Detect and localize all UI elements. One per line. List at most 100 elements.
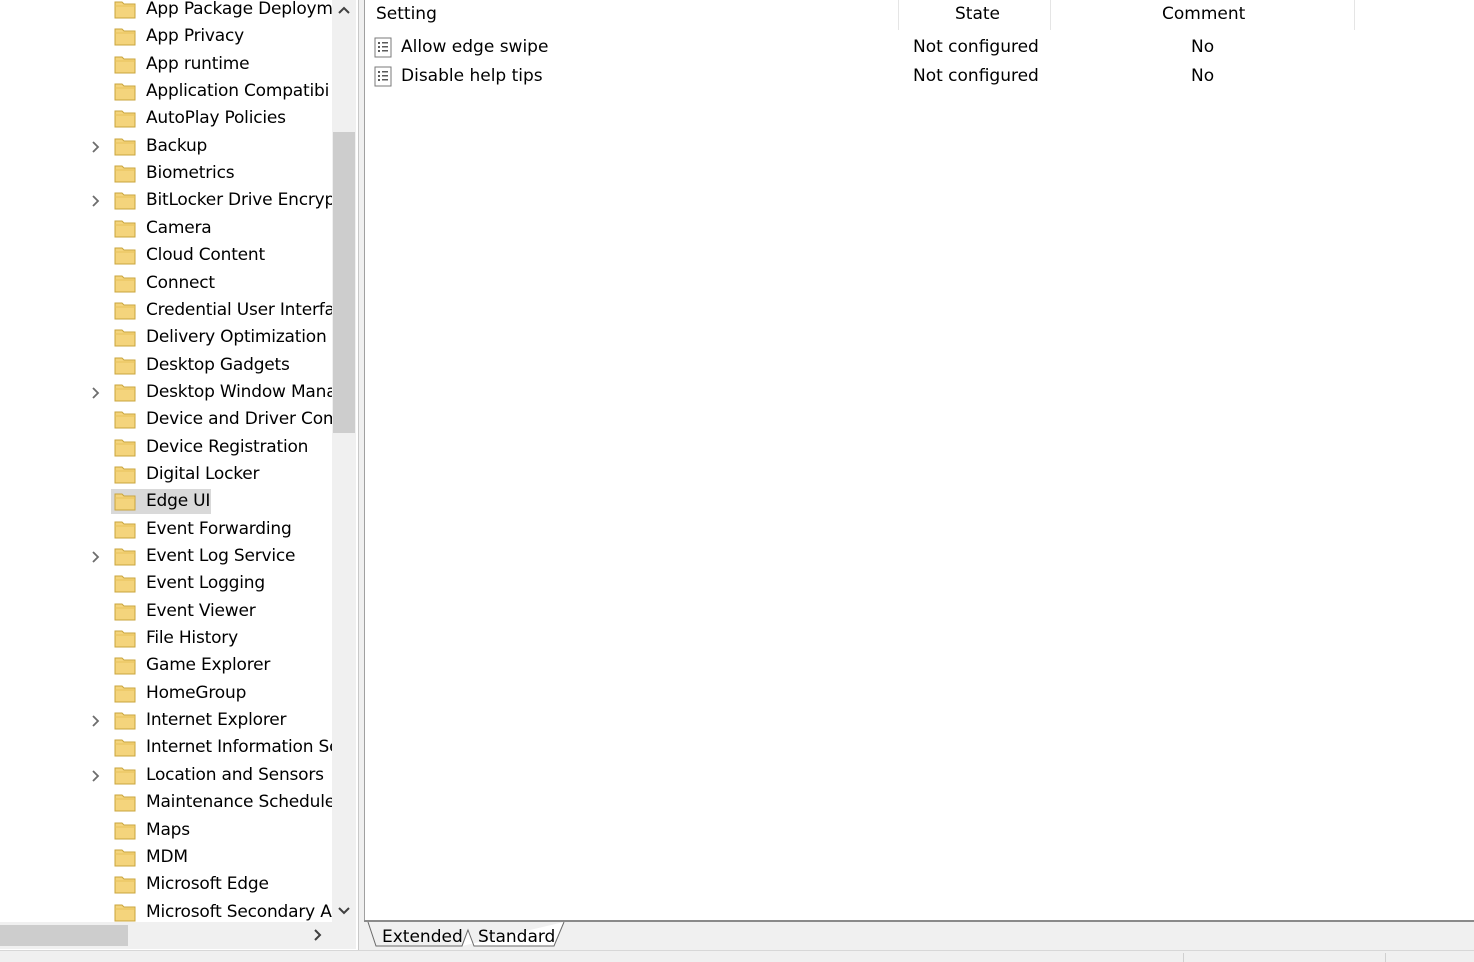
expand-chevron-icon[interactable] [88, 384, 104, 402]
tree-item-label: Digital Locker [146, 463, 260, 484]
folder-icon [114, 600, 136, 622]
tree-item[interactable]: Backup [0, 134, 332, 161]
tree-item[interactable]: MDM [0, 845, 332, 872]
scroll-right-arrow-icon[interactable] [308, 924, 328, 946]
tree-item[interactable]: Microsoft Edge [0, 872, 332, 899]
tree-item-label: Backup [146, 135, 208, 156]
column-divider[interactable] [1354, 0, 1355, 30]
tree-item-label: Event Log Service [146, 546, 296, 566]
expand-chevron-icon[interactable] [88, 138, 104, 156]
tree-item[interactable]: Credential User Interfac [0, 298, 332, 325]
tree-item[interactable]: Game Explorer [0, 653, 332, 680]
folder-icon [114, 0, 136, 20]
policy-tree: App Package Deploym App Privacy App runtim… [0, 0, 332, 922]
folder-icon [114, 572, 136, 594]
tree-item[interactable]: Edge UI [0, 489, 332, 516]
tree-horizontal-scrollbar[interactable] [0, 922, 332, 949]
tree-item[interactable]: File History [0, 626, 332, 653]
column-divider[interactable] [1050, 0, 1051, 30]
tree-item[interactable]: Application Compatibi [0, 79, 332, 106]
tree-item[interactable]: AutoPlay Policies [0, 106, 332, 133]
tab-standard[interactable]: Standard [478, 924, 555, 950]
scroll-down-arrow-icon[interactable] [332, 900, 356, 922]
tree-item[interactable]: Event Log Service [0, 544, 332, 571]
tree-item[interactable]: Biometrics [0, 161, 332, 188]
tree-item-label: Desktop Window Mana [146, 381, 332, 402]
tree-item[interactable]: Device Registration [0, 435, 332, 462]
tree-item-label: Device and Driver Com [146, 409, 332, 430]
tree-item[interactable]: Event Forwarding [0, 517, 332, 544]
tree-item[interactable]: Delivery Optimization [0, 325, 332, 352]
scrollbar-corner [332, 922, 356, 949]
tree-item[interactable]: Desktop Window Mana [0, 380, 332, 407]
expand-chevron-icon[interactable] [88, 712, 104, 730]
column-header-setting[interactable]: Setting [376, 0, 437, 30]
tree-item[interactable]: Event Viewer [0, 599, 332, 626]
expand-chevron-icon[interactable] [88, 192, 104, 210]
list-header: Setting State Comment [365, 0, 1474, 30]
status-divider [1385, 953, 1386, 962]
horizontal-scroll-thumb[interactable] [0, 925, 128, 946]
folder-icon [114, 135, 136, 157]
setting-name: Disable help tips [401, 66, 543, 86]
tree-item-label: Event Logging [146, 573, 265, 594]
policy-setting-icon [374, 66, 393, 87]
folder-icon [114, 463, 136, 485]
setting-state: Not configured [913, 66, 1039, 86]
tree-item[interactable]: Digital Locker [0, 462, 332, 489]
tree-item-label: App runtime [146, 53, 250, 74]
tree-item[interactable]: HomeGroup [0, 681, 332, 708]
folder-icon [114, 873, 136, 895]
tree-item[interactable]: Internet Explorer [0, 708, 332, 735]
tree-item[interactable]: Location and Sensors [0, 763, 332, 790]
folder-icon [114, 545, 136, 567]
tab-extended[interactable]: Extended [382, 924, 463, 950]
folder-icon [114, 107, 136, 129]
tree-item-label: Edge UI [146, 491, 211, 512]
setting-row[interactable]: Disable help tips Not configured No [365, 62, 1474, 91]
scroll-up-arrow-icon[interactable] [332, 0, 356, 22]
tree-item[interactable]: App runtime [0, 52, 332, 79]
tree-item[interactable]: BitLocker Drive Encrypt [0, 188, 332, 215]
tree-item[interactable]: Maintenance Schedule [0, 790, 332, 817]
tree-item[interactable]: Maps [0, 818, 332, 845]
tree-item[interactable]: Connect [0, 271, 332, 298]
folder-icon [114, 764, 136, 786]
tree-item-label: Maps [146, 819, 190, 840]
vertical-scroll-thumb[interactable] [333, 132, 355, 433]
expand-chevron-icon[interactable] [88, 767, 104, 785]
tree-item[interactable]: Event Logging [0, 571, 332, 598]
folder-icon [114, 189, 136, 211]
column-divider[interactable] [898, 0, 899, 30]
tree-item[interactable]: Desktop Gadgets [0, 353, 332, 380]
folder-icon [114, 217, 136, 239]
status-bar [0, 950, 1474, 962]
tree-item-label: App Package Deploym [146, 0, 332, 19]
setting-name: Allow edge swipe [401, 37, 549, 57]
folder-icon [114, 846, 136, 868]
tree-item[interactable]: App Package Deploym [0, 0, 332, 24]
tree-item[interactable]: App Privacy [0, 24, 332, 51]
tree-item-label: Event Forwarding [146, 518, 292, 539]
folder-icon [114, 736, 136, 758]
tree-item[interactable]: Device and Driver Com [0, 407, 332, 434]
expand-chevron-icon[interactable] [88, 548, 104, 566]
tree-item[interactable]: Cloud Content [0, 243, 332, 270]
view-tabs: Extended Standard [364, 920, 1474, 950]
tree-item[interactable]: Microsoft Secondary A [0, 900, 332, 922]
column-header-state[interactable]: State [955, 0, 1000, 30]
status-divider [1183, 953, 1184, 962]
tree-item-label: Connect [146, 272, 215, 293]
tree-vertical-scrollbar[interactable] [332, 0, 356, 922]
tree-item-label: BitLocker Drive Encrypt [146, 190, 332, 211]
folder-icon [114, 354, 136, 376]
tree-item-label: Microsoft Edge [146, 874, 269, 895]
column-header-comment[interactable]: Comment [1162, 0, 1245, 30]
folder-icon [114, 408, 136, 430]
tree-item[interactable]: Internet Information Se [0, 735, 332, 762]
setting-comment: No [1191, 37, 1215, 57]
tree-item-label: AutoPlay Policies [146, 108, 286, 129]
tree-item[interactable]: Camera [0, 216, 332, 243]
setting-row[interactable]: Allow edge swipe Not configured No [365, 33, 1474, 62]
folder-icon [114, 162, 136, 184]
